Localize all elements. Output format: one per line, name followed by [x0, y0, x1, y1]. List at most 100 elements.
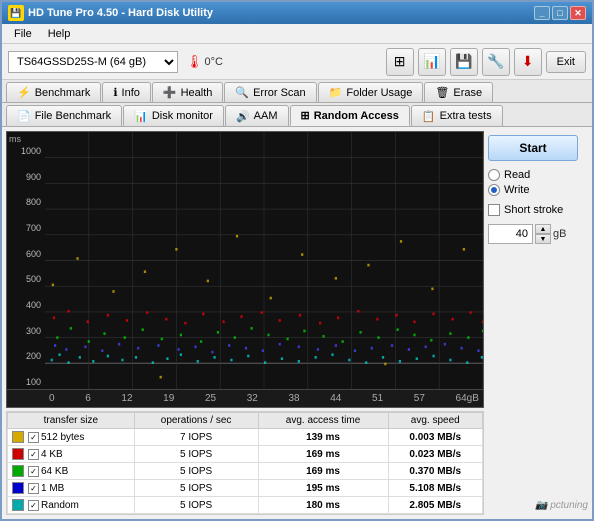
- write-label: Write: [504, 184, 529, 196]
- spin-down-button[interactable]: ▼: [535, 234, 551, 244]
- spin-input[interactable]: [488, 224, 533, 244]
- row-512-ops: 7 IOPS: [134, 429, 258, 446]
- row-4kb-access: 169 ms: [258, 446, 388, 463]
- spin-unit-label: gB: [553, 228, 566, 240]
- tabs-row-1: ⚡ Benchmark ℹ Info ➕ Health 🔍 Error Scan…: [2, 80, 592, 103]
- folder-icon: 📁: [329, 86, 343, 99]
- row-64kb-access: 169 ms: [258, 463, 388, 480]
- tab-error-scan[interactable]: 🔍 Error Scan: [224, 82, 316, 102]
- spin-up-button[interactable]: ▲: [535, 224, 551, 234]
- chart-svg: [45, 132, 483, 389]
- radio-write-circle[interactable]: [488, 184, 500, 196]
- extra-tests-icon: 📋: [422, 110, 436, 123]
- color-64kb-icon: [12, 465, 24, 477]
- start-button[interactable]: Start: [488, 135, 578, 161]
- row-4kb-speed: 0.023 MB/s: [388, 446, 483, 463]
- radio-read[interactable]: Read: [488, 169, 588, 181]
- app-icon: 💾: [8, 5, 24, 21]
- radio-write[interactable]: Write: [488, 184, 588, 196]
- benchmark-icon: ⚡: [17, 86, 31, 99]
- title-bar: 💾 HD Tune Pro 4.50 - Hard Disk Utility _…: [2, 2, 592, 24]
- right-panel: Start Read Write Short stroke ▲: [488, 131, 588, 515]
- check-4kb[interactable]: ✓: [28, 449, 39, 460]
- aam-icon: 🔊: [236, 110, 250, 123]
- main-window: 💾 HD Tune Pro 4.50 - Hard Disk Utility _…: [0, 0, 594, 521]
- tab-health[interactable]: ➕ Health: [152, 82, 224, 102]
- tab-random-access[interactable]: ⊞ Random Access: [290, 105, 410, 126]
- health-icon: ➕: [163, 86, 177, 99]
- temperature-value: 0°C: [205, 56, 223, 68]
- row-512-label: ✓ 512 bytes: [8, 429, 135, 446]
- toolbar-btn-2[interactable]: 📊: [418, 48, 446, 76]
- disk-monitor-icon: 📊: [134, 110, 148, 123]
- title-bar-left: 💾 HD Tune Pro 4.50 - Hard Disk Utility: [8, 5, 213, 21]
- spin-buttons: ▲ ▼: [535, 224, 551, 244]
- toolbar-btn-5[interactable]: ⬇: [514, 48, 542, 76]
- row-1mb-access: 195 ms: [258, 480, 388, 497]
- table-row: ✓ 64 KB 5 IOPS 169 ms 0.370 MB/s: [8, 463, 483, 480]
- tab-extra-tests[interactable]: 📋 Extra tests: [411, 105, 503, 126]
- tab-folder-usage[interactable]: 📁 Folder Usage: [318, 82, 424, 102]
- row-64kb-speed: 0.370 MB/s: [388, 463, 483, 480]
- minimize-button[interactable]: _: [534, 6, 550, 20]
- check-1mb[interactable]: ✓: [28, 483, 39, 494]
- menu-bar: File Help: [2, 24, 592, 44]
- row-64kb-ops: 5 IOPS: [134, 463, 258, 480]
- short-stroke-label: Short stroke: [504, 204, 563, 216]
- col-ops: operations / sec: [134, 413, 258, 429]
- row-1mb-speed: 5.108 MB/s: [388, 480, 483, 497]
- row-random-access: 180 ms: [258, 497, 388, 514]
- toolbar-btn-3[interactable]: 💾: [450, 48, 478, 76]
- tab-aam[interactable]: 🔊 AAM: [225, 105, 289, 126]
- tab-file-benchmark[interactable]: 📄 File Benchmark: [6, 105, 122, 126]
- table-row: ✓ 4 KB 5 IOPS 169 ms 0.023 MB/s: [8, 446, 483, 463]
- close-button[interactable]: ✕: [570, 6, 586, 20]
- color-random-icon: [12, 499, 24, 511]
- col-access-time: avg. access time: [258, 413, 388, 429]
- row-1mb-ops: 5 IOPS: [134, 480, 258, 497]
- y-axis-title: ms: [7, 132, 45, 144]
- x-axis-labels: 0 6 12 19 25 32 38 44 51 57 64gB: [49, 393, 479, 404]
- short-stroke-checkbox-item[interactable]: Short stroke: [488, 204, 588, 216]
- title-controls: _ □ ✕: [534, 6, 586, 20]
- drive-selector[interactable]: TS64GSSD25S-M (64 gB): [8, 51, 178, 73]
- col-transfer-size: transfer size: [8, 413, 135, 429]
- exit-button[interactable]: Exit: [546, 51, 586, 73]
- table-row: ✓ 512 bytes 7 IOPS 139 ms 0.003 MB/s: [8, 429, 483, 446]
- table-row: ✓ Random 5 IOPS 180 ms 2.805 MB/s: [8, 497, 483, 514]
- check-512[interactable]: ✓: [28, 432, 39, 443]
- watermark: 📷 pctuning: [535, 500, 588, 511]
- menu-help[interactable]: Help: [40, 26, 79, 42]
- pctuning-icon: 📷: [535, 500, 547, 511]
- results-table: transfer size operations / sec avg. acce…: [6, 411, 484, 515]
- thermometer-icon: 🌡: [186, 54, 203, 70]
- color-1mb-icon: [12, 482, 24, 494]
- tab-info[interactable]: ℹ Info: [102, 82, 151, 102]
- tabs-row-2: 📄 File Benchmark 📊 Disk monitor 🔊 AAM ⊞ …: [2, 103, 592, 127]
- chart-area: ms 1000 900 800 700 600 500 400 300 200 …: [6, 131, 484, 408]
- tab-disk-monitor[interactable]: 📊 Disk monitor: [123, 105, 224, 126]
- row-1mb-label: ✓ 1 MB: [8, 480, 135, 497]
- maximize-button[interactable]: □: [552, 6, 568, 20]
- color-512-icon: [12, 431, 24, 443]
- menu-file[interactable]: File: [6, 26, 40, 42]
- row-random-ops: 5 IOPS: [134, 497, 258, 514]
- check-random[interactable]: ✓: [28, 500, 39, 511]
- toolbar: TS64GSSD25S-M (64 gB) 🌡 0°C ⊞ 📊 💾 🔧 ⬇ Ex…: [2, 44, 592, 80]
- main-content: ms 1000 900 800 700 600 500 400 300 200 …: [2, 127, 592, 519]
- short-stroke-checkbox[interactable]: [488, 204, 500, 216]
- toolbar-btn-1[interactable]: ⊞: [386, 48, 414, 76]
- row-64kb-label: ✓ 64 KB: [8, 463, 135, 480]
- row-512-access: 139 ms: [258, 429, 388, 446]
- row-512-speed: 0.003 MB/s: [388, 429, 483, 446]
- tab-erase[interactable]: 🗑 Erase: [424, 82, 493, 102]
- toolbar-btn-4[interactable]: 🔧: [482, 48, 510, 76]
- info-icon: ℹ: [113, 86, 117, 99]
- color-4kb-icon: [12, 448, 24, 460]
- check-64kb[interactable]: ✓: [28, 466, 39, 477]
- tab-benchmark[interactable]: ⚡ Benchmark: [6, 82, 101, 102]
- temperature-badge: 🌡 0°C: [186, 54, 223, 70]
- radio-read-circle[interactable]: [488, 169, 500, 181]
- row-random-speed: 2.805 MB/s: [388, 497, 483, 514]
- table-row: ✓ 1 MB 5 IOPS 195 ms 5.108 MB/s: [8, 480, 483, 497]
